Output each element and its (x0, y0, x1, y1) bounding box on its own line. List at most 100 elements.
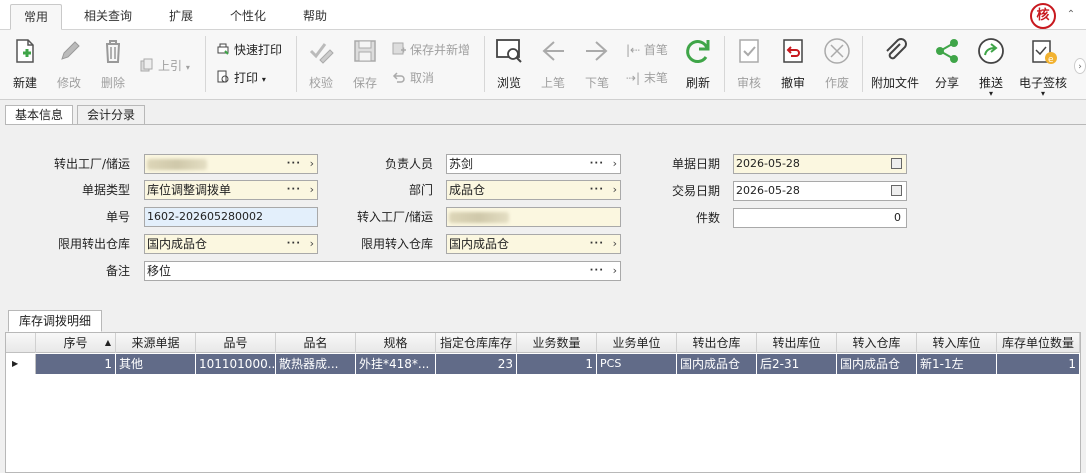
prev-ref-button[interactable]: 上引 ▾ (140, 56, 190, 76)
doc-type-value: 库位调整调拨单 (147, 183, 232, 197)
cancel-button[interactable]: 取消 (392, 68, 434, 88)
remark-field[interactable]: 移位 ··· › (144, 261, 621, 281)
quick-print-button[interactable]: 快速打印 (216, 40, 282, 60)
menu-tab-extend[interactable]: 扩展 (160, 4, 202, 30)
dropdown-arrow-icon: ▾ (988, 89, 993, 98)
col-header-stock-unit-qty[interactable]: 库存单位数量 (997, 333, 1080, 353)
toolbar-separator (296, 36, 297, 92)
edit-button[interactable]: 修改 (52, 34, 86, 94)
chevron-right-icon[interactable]: › (310, 181, 314, 199)
menu-tab-personalize[interactable]: 个性化 (222, 4, 274, 30)
col-header-out-wh[interactable]: 转出仓库 (677, 333, 757, 353)
col-header-in-wh[interactable]: 转入仓库 (837, 333, 917, 353)
col-header-item-name[interactable]: 品名 (276, 333, 356, 353)
arrow-right-icon (586, 41, 608, 61)
attach-file-button[interactable]: 附加文件 (870, 34, 920, 94)
col-header-spec[interactable]: 规格 (356, 333, 436, 353)
prev-record-button[interactable]: 上笔 (536, 34, 570, 94)
new-doc-icon (16, 39, 34, 63)
new-button[interactable]: 新建 (8, 34, 42, 94)
collapse-ribbon-icon[interactable]: ⌃ (1064, 8, 1078, 22)
lookup-dots-icon[interactable]: ··· (590, 155, 604, 173)
owner-field[interactable]: 苏剑 ··· › (446, 154, 621, 174)
print-label: 打印 (234, 71, 259, 85)
menu-tab-common[interactable]: 常用 (10, 4, 62, 30)
table-row[interactable]: 1 其他 101101000... 散热器成... 外挂*418*... 23 … (36, 354, 1080, 374)
in-factory-field[interactable] (446, 207, 621, 227)
col-header-biz-unit[interactable]: 业务单位 (597, 333, 677, 353)
cell-biz-qty[interactable]: 1 (517, 354, 597, 374)
undo-icon (392, 72, 405, 83)
lookup-dots-icon[interactable]: ··· (590, 181, 604, 199)
arrow-left-icon (542, 41, 564, 61)
cell-wh-stock[interactable]: 23 (436, 354, 517, 374)
count-field[interactable]: 0 (733, 208, 907, 228)
cell-seq[interactable]: 1 (36, 354, 116, 374)
browse-button[interactable]: 浏览 (490, 34, 528, 94)
print-button[interactable]: 打印 ▾ (216, 68, 266, 88)
doc-date-field[interactable]: 2026-05-28 (733, 154, 907, 174)
lookup-dots-icon[interactable]: ··· (287, 235, 301, 253)
share-label: 分享 (934, 76, 959, 90)
col-header-wh-stock[interactable]: 指定仓库库存 (436, 333, 517, 353)
chevron-right-icon[interactable]: › (613, 155, 617, 173)
cell-out-loc[interactable]: 后2-31 (757, 354, 837, 374)
doc-no-field[interactable]: 1602-202605280002 (144, 207, 318, 227)
cell-out-wh[interactable]: 国内成品仓 (677, 354, 757, 374)
toolbar-scroll-right-icon[interactable]: › (1074, 58, 1086, 74)
col-header-seq[interactable]: 序号 ▲ (36, 333, 116, 353)
limit-in-wh-field[interactable]: 国内成品仓 ··· › (446, 234, 621, 254)
doc-type-label: 单据类型 (81, 183, 130, 197)
col-header-source-doc[interactable]: 来源单据 (116, 333, 196, 353)
lookup-dots-icon[interactable]: ··· (287, 155, 301, 173)
trade-date-field[interactable]: 2026-05-28 (733, 181, 907, 201)
chevron-right-icon[interactable]: › (613, 181, 617, 199)
cell-biz-unit[interactable]: PCS (597, 354, 677, 374)
save-button[interactable]: 保存 (348, 34, 382, 94)
cell-in-loc[interactable]: 新1-1左 (917, 354, 997, 374)
lookup-dots-icon[interactable]: ··· (287, 181, 301, 199)
refresh-button[interactable]: 刷新 (680, 34, 716, 94)
last-record-button[interactable]: ⇢| 末笔 (626, 68, 668, 88)
menu-tab-help[interactable]: 帮助 (294, 4, 336, 30)
tab-accounting-entries[interactable]: 会计分录 (77, 105, 145, 125)
chevron-right-icon[interactable]: › (310, 155, 314, 173)
cell-spec[interactable]: 外挂*418*... (356, 354, 436, 374)
cell-item-name[interactable]: 散热器成... (276, 354, 356, 374)
lookup-dots-icon[interactable]: ··· (590, 235, 604, 253)
push-button[interactable]: 推送 ▾ (974, 34, 1008, 98)
share-button[interactable]: 分享 (930, 34, 964, 94)
col-header-in-loc[interactable]: 转入库位 (917, 333, 997, 353)
esign-button[interactable]: e 电子签核 ▾ (1016, 34, 1070, 98)
tab-basic-info[interactable]: 基本信息 (5, 105, 73, 126)
save-new-button[interactable]: 保存并新增 (392, 40, 470, 60)
calendar-icon[interactable] (891, 158, 902, 169)
check-button[interactable]: 校验 (304, 34, 338, 94)
tab-transfer-detail[interactable]: 库存调拨明细 (8, 310, 102, 332)
unaudit-button[interactable]: 撤审 (776, 34, 810, 94)
cell-in-wh[interactable]: 国内成品仓 (837, 354, 917, 374)
col-header-out-loc[interactable]: 转出库位 (757, 333, 837, 353)
doc-type-field[interactable]: 库位调整调拨单 ··· › (144, 180, 318, 200)
calendar-icon[interactable] (891, 185, 902, 196)
next-record-button[interactable]: 下笔 (580, 34, 614, 94)
first-record-button[interactable]: |⇠ 首笔 (626, 40, 668, 60)
menu-tab-related-query[interactable]: 相关查询 (76, 4, 140, 30)
cell-item-no[interactable]: 101101000... (196, 354, 276, 374)
cell-stock-unit-qty[interactable]: 1 (997, 354, 1080, 374)
dept-field[interactable]: 成品仓 ··· › (446, 180, 621, 200)
cell-source-doc[interactable]: 其他 (116, 354, 196, 374)
col-header-biz-qty[interactable]: 业务数量 (517, 333, 597, 353)
chevron-right-icon[interactable]: › (310, 235, 314, 253)
col-header-item-no[interactable]: 品号 (196, 333, 276, 353)
chevron-right-icon[interactable]: › (613, 235, 617, 253)
void-button[interactable]: 作废 (820, 34, 854, 94)
lookup-dots-icon[interactable]: ··· (590, 262, 604, 280)
audit-button[interactable]: 审核 (732, 34, 766, 94)
out-factory-field[interactable]: ··· › (144, 154, 318, 174)
delete-button[interactable]: 删除 (96, 34, 130, 94)
copy-doc-icon (140, 58, 153, 72)
doc-no-label: 单号 (105, 210, 130, 224)
limit-out-wh-field[interactable]: 国内成品仓 ··· › (144, 234, 318, 254)
chevron-right-icon[interactable]: › (613, 262, 617, 280)
